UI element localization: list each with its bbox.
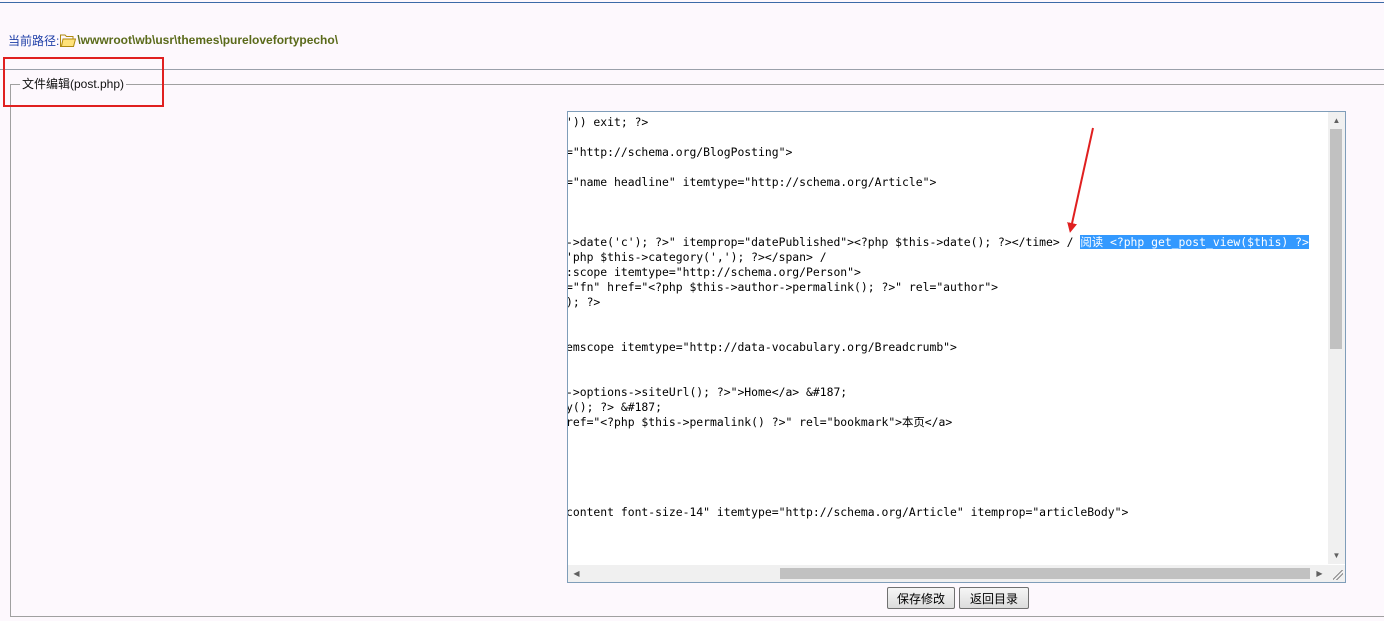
resize-corner[interactable] [1328, 565, 1345, 582]
code-line-text: ')) exit; ?> [568, 115, 649, 129]
code-line-text: ref="<?php $this->permalink() ?>" rel="b… [568, 415, 953, 429]
code-line: ->date('c'); ?>" itemprop="datePublished… [568, 235, 1326, 250]
code-line-text: :scope itemtype="http://schema.org/Perso… [568, 265, 861, 279]
code-line-text: ="name headline" itemtype="http://schema… [568, 175, 937, 189]
vertical-scrollbar[interactable]: ▲ ▼ [1328, 112, 1345, 564]
scroll-up-icon[interactable]: ▲ [1328, 112, 1345, 129]
scroll-right-icon[interactable]: ▶ [1311, 565, 1328, 582]
code-textarea[interactable]: ')) exit; ?> ="http://schema.org/BlogPost… [568, 112, 1328, 564]
section-divider [0, 69, 1384, 70]
top-divider [0, 2, 1384, 3]
code-line-text: emscope itemtype="http://data-vocabulary… [568, 340, 957, 354]
vertical-scroll-thumb[interactable] [1330, 129, 1342, 349]
code-line: ="http://schema.org/BlogPosting"> [568, 145, 1326, 160]
code-line: ->options->siteUrl(); ?>">Home</a> &#187… [568, 385, 1326, 400]
code-line: ref="<?php $this->permalink() ?>" rel="b… [568, 415, 1326, 430]
code-line-text: ->date('c'); ?>" itemprop="datePublished… [568, 235, 1081, 249]
code-line: y(); ?> &#187; [568, 400, 1326, 415]
resize-grip-icon[interactable] [1333, 570, 1343, 580]
code-line-text: ->options->siteUrl(); ?>">Home</a> &#187… [568, 385, 848, 399]
scroll-down-icon[interactable]: ▼ [1328, 547, 1345, 564]
code-editor[interactable]: ')) exit; ?> ="http://schema.org/BlogPost… [567, 111, 1346, 583]
code-line-text: content font-size-14" itemtype="http://s… [568, 505, 1129, 519]
code-line-text: ="http://schema.org/BlogPosting"> [568, 145, 793, 159]
code-line-text: y(); ?> &#187; [568, 400, 663, 414]
code-line: :scope itemtype="http://schema.org/Perso… [568, 265, 1326, 280]
selected-text: 阅读 <?php get_post_view($this) ?> [1080, 235, 1309, 249]
code-line: ="fn" href="<?php $this->author->permali… [568, 280, 1326, 295]
save-button[interactable]: 保存修改 [887, 587, 955, 609]
folder-icon [60, 34, 77, 47]
code-line: 'php $this->category(','); ?></span> / [568, 250, 1326, 265]
code-line-text: ); ?> [568, 295, 601, 309]
code-line: ); ?> [568, 295, 1326, 310]
horizontal-scroll-thumb[interactable] [780, 568, 1310, 579]
code-line: content font-size-14" itemtype="http://s… [568, 505, 1326, 520]
annotation-box [3, 57, 164, 107]
scroll-left-icon[interactable]: ◀ [568, 565, 585, 582]
code-line-text: ="fn" href="<?php $this->author->permali… [568, 280, 999, 294]
path-label: 当前路径: [8, 33, 60, 48]
code-line-text: 'php $this->category(','); ?></span> / [568, 250, 827, 264]
code-line: emscope itemtype="http://data-vocabulary… [568, 340, 1326, 355]
current-path: \wwwroot\wb\usr\themes\purelovefortypech… [77, 33, 339, 47]
back-to-directory-button[interactable]: 返回目录 [959, 587, 1029, 609]
horizontal-scrollbar[interactable]: ◀ ▶ [568, 565, 1328, 582]
breadcrumb: 当前路径: \wwwroot\wb\usr\themes\purelovefor… [8, 32, 338, 48]
code-line: ="name headline" itemtype="http://schema… [568, 175, 1326, 190]
code-line: ')) exit; ?> [568, 115, 1326, 130]
